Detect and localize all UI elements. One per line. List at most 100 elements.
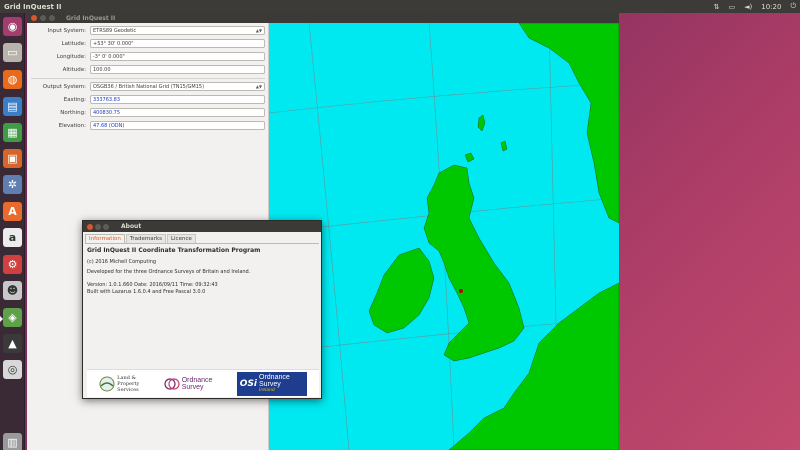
northing-value: 400830.75 bbox=[93, 109, 121, 116]
latitude-value: +53° 30' 0.000" bbox=[93, 40, 134, 47]
input-system-label: Input System: bbox=[47, 27, 86, 34]
trash-icon[interactable]: ▥ bbox=[3, 433, 22, 450]
osni-line2: Survey bbox=[181, 383, 204, 391]
elevation-label: Elevation: bbox=[58, 122, 86, 129]
launcher: ◉ ▭ ◍ ▤ ▦ ▣ ✲ Aa ⚙ ☻ ◈ ▲ ◎ ▥ bbox=[0, 13, 25, 450]
power-icon[interactable]: ⏻ bbox=[790, 2, 796, 11]
osi-line1: Ordnance bbox=[259, 374, 290, 381]
location-marker-icon[interactable] bbox=[459, 289, 463, 293]
about-titlebar[interactable]: About bbox=[83, 221, 321, 232]
close-icon[interactable] bbox=[31, 15, 37, 21]
form-separator bbox=[31, 78, 265, 79]
tab-licence[interactable]: Licence bbox=[166, 234, 196, 243]
maximize-icon[interactable] bbox=[49, 15, 55, 21]
maximize-icon[interactable] bbox=[103, 223, 109, 230]
easting-field[interactable]: 333763.83 bbox=[90, 95, 265, 104]
about-body: Grid InQuest II Coordinate Transformatio… bbox=[83, 244, 321, 302]
longitude-label: Longitude: bbox=[56, 53, 86, 60]
osi-mark: OSi bbox=[239, 378, 258, 389]
altitude-label: Altitude: bbox=[62, 66, 86, 73]
tab-trademarks[interactable]: Trademarks bbox=[125, 234, 166, 243]
about-heading: Grid InQuest II Coordinate Transformatio… bbox=[87, 247, 261, 254]
about-developed: Developed for the three Ordnance Surveys… bbox=[87, 269, 251, 275]
altitude-input[interactable]: 100.00 bbox=[90, 65, 265, 74]
land-orkney bbox=[464, 152, 475, 163]
lps-line2: Property bbox=[117, 380, 140, 387]
northing-row: Northing: 400830.75 bbox=[27, 107, 269, 118]
dropdown-arrow-icon: ▲▼ bbox=[255, 84, 262, 89]
osi-line2: Survey bbox=[259, 381, 281, 388]
northing-label: Northing: bbox=[60, 109, 86, 116]
grid-inquest-icon[interactable]: ◈ bbox=[0, 308, 22, 327]
osni-logo: Ordnance Survey bbox=[164, 376, 213, 392]
elevation-value: 47.68 (ODN) bbox=[93, 122, 125, 129]
top-panel: Grid InQuest II ⇅ ▭ ◄) 10:20 ⏻ bbox=[0, 0, 800, 13]
longitude-value: -3° 0' 0.000" bbox=[93, 53, 125, 60]
writer-icon[interactable]: ▤ bbox=[3, 97, 22, 116]
output-system-select[interactable]: OSGB36 / British National Grid (TN15/GM1… bbox=[90, 82, 265, 91]
network-icon[interactable]: ⇅ bbox=[714, 3, 720, 11]
keyboard-icon[interactable]: ▭ bbox=[729, 3, 736, 11]
output-system-value: OSGB36 / British National Grid (TN15/GM1… bbox=[93, 83, 205, 90]
longitude-row: Longitude: -3° 0' 0.000" bbox=[27, 51, 269, 62]
about-dialog-title: About bbox=[121, 223, 142, 230]
about-version: Version: 1.0.1.660 Date: 2016/09/11 Time… bbox=[87, 282, 218, 288]
calc-icon[interactable]: ▦ bbox=[3, 123, 22, 142]
osni-line1: Ordnance bbox=[181, 376, 213, 384]
settings-icon[interactable]: ✲ bbox=[3, 175, 22, 194]
land-scandinavia bbox=[518, 23, 619, 224]
system-tray: ⇅ ▭ ◄) 10:20 ⏻ bbox=[714, 2, 796, 11]
about-built: Built with Lazarus 1.6.0.4 and Free Pasc… bbox=[87, 289, 206, 295]
altitude-value: 100.00 bbox=[93, 66, 111, 73]
output-system-label: Output System: bbox=[42, 83, 86, 90]
impress-icon[interactable]: ▣ bbox=[3, 149, 22, 168]
close-icon[interactable] bbox=[87, 223, 93, 230]
land-faroe bbox=[500, 140, 508, 152]
main-titlebar[interactable]: Grid InQuest II bbox=[27, 13, 619, 23]
minimize-icon[interactable] bbox=[95, 223, 101, 230]
minimize-icon[interactable] bbox=[40, 15, 46, 21]
osi-logo: OSi Ordnance Survey Ireland bbox=[236, 371, 307, 396]
input-system-select[interactable]: ETRS89 Geodetic ▲▼ bbox=[90, 26, 265, 35]
easting-row: Easting: 333763.83 bbox=[27, 94, 269, 105]
amazon-icon[interactable]: a bbox=[3, 228, 22, 247]
osni-mark-icon bbox=[164, 377, 180, 390]
land-shetland bbox=[477, 114, 486, 132]
files-icon[interactable]: ▭ bbox=[3, 43, 22, 62]
software-center-icon[interactable]: A bbox=[3, 202, 22, 221]
land-ireland bbox=[368, 247, 435, 334]
tab-information[interactable]: Information bbox=[85, 234, 125, 243]
lps-logo: Land & Property Services bbox=[99, 375, 139, 393]
osi-sub: Ireland bbox=[259, 388, 275, 393]
easting-label: Easting: bbox=[63, 96, 86, 103]
active-app-title: Grid InQuest II bbox=[4, 2, 62, 11]
about-copyright: (c) 2016 Michell Computing bbox=[87, 259, 157, 265]
northing-field[interactable]: 400830.75 bbox=[90, 108, 265, 117]
dash-home-icon[interactable]: ◉ bbox=[3, 17, 22, 36]
main-window-title: Grid InQuest II bbox=[66, 14, 116, 22]
lps-line3: Services bbox=[117, 386, 139, 393]
system-settings-icon[interactable]: ⚙ bbox=[3, 255, 22, 274]
altitude-row: Altitude: 100.00 bbox=[27, 64, 269, 75]
firefox-icon[interactable]: ◍ bbox=[3, 70, 22, 89]
about-tabs: Information Trademarks Licence bbox=[85, 234, 319, 244]
user-accounts-icon[interactable]: ☻ bbox=[3, 281, 22, 300]
latitude-input[interactable]: +53° 30' 0.000" bbox=[90, 39, 265, 48]
volume-icon[interactable]: ◄) bbox=[744, 3, 752, 11]
about-dialog: About Information Trademarks Licence Gri… bbox=[82, 220, 322, 399]
elevation-field[interactable]: 47.68 (ODN) bbox=[90, 121, 265, 130]
latitude-row: Latitude: +53° 30' 0.000" bbox=[27, 38, 269, 49]
input-system-row: Input System: ETRS89 Geodetic ▲▼ bbox=[27, 25, 269, 36]
land-great-britain bbox=[423, 164, 525, 362]
longitude-input[interactable]: -3° 0' 0.000" bbox=[90, 52, 265, 61]
logos-strip: Land & Property Services Ordnance Survey… bbox=[87, 369, 319, 397]
clock[interactable]: 10:20 bbox=[761, 3, 781, 11]
dvd-icon[interactable]: ◎ bbox=[3, 360, 22, 379]
lps-mark-icon bbox=[99, 376, 115, 391]
easting-value: 333763.83 bbox=[93, 96, 121, 103]
elevation-row: Elevation: 47.68 (ODN) bbox=[27, 120, 269, 131]
output-system-row: Output System: OSGB36 / British National… bbox=[27, 81, 269, 92]
dropdown-arrow-icon: ▲▼ bbox=[255, 28, 262, 33]
input-system-value: ETRS89 Geodetic bbox=[93, 27, 137, 34]
inkscape-icon[interactable]: ▲ bbox=[3, 334, 22, 353]
